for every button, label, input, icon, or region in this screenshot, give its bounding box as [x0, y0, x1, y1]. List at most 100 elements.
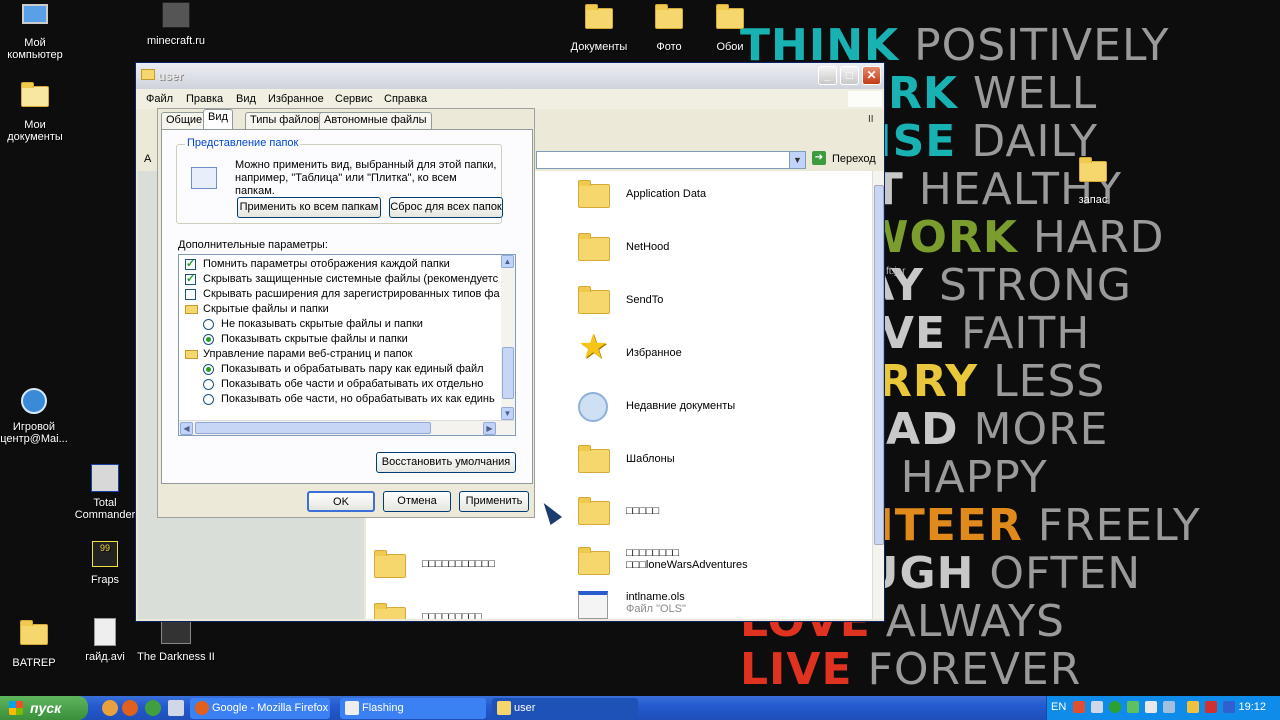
setting-row[interactable]: Скрытые файлы и папки — [179, 302, 501, 317]
taskbar-flashing[interactable]: Flashing — [340, 698, 486, 719]
setting-radio[interactable] — [203, 364, 214, 375]
folder-options-dialog: Общие Вид Типы файлов Автономные файлы П… — [157, 108, 535, 518]
setting-row[interactable]: Не показывать скрытые файлы и папки — [179, 317, 501, 332]
desktop-icon-zapas[interactable]: запас — [1053, 155, 1133, 206]
desktop-icon-fraps[interactable]: 99 Fraps — [65, 541, 145, 586]
tab-general[interactable]: Общие — [161, 112, 208, 129]
setting-row[interactable]: Скрывать защищенные системные файлы (рек… — [179, 272, 501, 287]
list-hscroll[interactable]: ◀ ▶ — [179, 420, 515, 435]
wallpaper-word: POSITIVELY — [899, 20, 1170, 71]
desktop-icon-label: Игровой центр@Mai... — [0, 421, 68, 445]
scroll-down-icon[interactable]: ▼ — [501, 407, 514, 420]
restore-defaults-button[interactable]: Восстановить умолчания — [376, 452, 516, 473]
quicklaunch-icon[interactable] — [168, 700, 184, 716]
apply-all-folders-button[interactable]: Применить ко всем папкам — [237, 197, 381, 218]
tray-icon[interactable] — [1073, 701, 1085, 713]
desktop-icon-documents[interactable]: Документы — [559, 2, 639, 53]
address-input[interactable]: ▼ — [536, 151, 806, 169]
scrollbar-thumb[interactable] — [874, 185, 884, 545]
maximize-button[interactable]: □ — [840, 66, 859, 85]
tab-offline-files[interactable]: Автономные файлы — [319, 112, 432, 129]
setting-row[interactable]: Показывать обе части и обрабатывать их о… — [179, 377, 501, 392]
tray-icon[interactable] — [1163, 701, 1175, 713]
folder-icon — [497, 701, 511, 715]
window-titlebar[interactable]: user _ □ ✕ — [136, 63, 884, 89]
wallpaper-word: FREELY — [1022, 500, 1201, 551]
menu-favorites[interactable]: Избранное — [268, 93, 324, 105]
setting-row[interactable]: Помнить параметры отображения каждой пап… — [179, 257, 501, 272]
desktop-icon-photo[interactable]: Фото — [629, 2, 709, 53]
setting-radio[interactable] — [203, 379, 214, 390]
setting-checkbox[interactable] — [185, 257, 196, 270]
tray-icon[interactable] — [1091, 701, 1103, 713]
scroll-up-icon[interactable]: ▲ — [501, 255, 514, 268]
desktop-icon-guide-video[interactable]: гайд.avi — [65, 618, 145, 663]
quicklaunch-icon[interactable] — [102, 700, 118, 716]
tab-view[interactable]: Вид — [203, 109, 233, 130]
setting-row[interactable]: Показывать обе части, но обрабатывать их… — [179, 392, 501, 407]
menu-file[interactable]: Файл — [146, 93, 173, 105]
setting-checkbox[interactable] — [185, 272, 196, 285]
tab-file-types[interactable]: Типы файлов — [245, 112, 325, 129]
desktop-icon-label: The Darkness II — [137, 651, 215, 663]
start-button[interactable]: пуск — [0, 696, 88, 720]
scroll-left-icon[interactable]: ◀ — [180, 422, 193, 435]
menu-help[interactable]: Справка — [384, 93, 427, 105]
group-title: Представление папок — [185, 137, 301, 149]
taskbar-user-folder[interactable]: user — [492, 698, 638, 719]
scrollbar-thumb[interactable] — [195, 422, 431, 434]
folder-icon — [578, 445, 610, 473]
tray-icon[interactable] — [1223, 701, 1235, 713]
system-tray: EN 19:12 — [1046, 696, 1280, 720]
menu-service[interactable]: Сервис — [335, 93, 373, 105]
reset-all-folders-button[interactable]: Сброс для всех папок — [389, 197, 503, 218]
volume-icon[interactable] — [1187, 701, 1199, 713]
setting-row[interactable]: Показывать и обрабатывать пару как едины… — [179, 362, 501, 377]
setting-radio[interactable] — [203, 334, 214, 345]
tray-icon[interactable] — [1145, 701, 1157, 713]
wallpaper-word: HAPPY — [885, 452, 1048, 503]
total-commander-icon — [89, 464, 121, 494]
setting-radio[interactable] — [203, 319, 214, 330]
file-list-scrollbar[interactable] — [872, 171, 884, 619]
scrollbar-thumb[interactable] — [502, 347, 514, 399]
setting-checkbox[interactable] — [185, 289, 196, 300]
desktop-icon-my-documents[interactable]: Мои документы — [0, 80, 75, 143]
windows-logo-area — [848, 91, 882, 107]
setting-row[interactable]: Скрывать расширения для зарегистрированн… — [179, 287, 501, 302]
minimize-button[interactable]: _ — [818, 66, 837, 85]
setting-row[interactable]: Управление парами веб-страниц и папок — [179, 347, 501, 362]
desktop-icon-game-center[interactable]: Игровой центр@Mai... — [0, 388, 74, 445]
desktop-icon-batrep[interactable]: BATREP — [0, 618, 74, 669]
go-button[interactable]: Переход — [832, 153, 876, 165]
chevron-down-icon[interactable]: ▼ — [789, 152, 805, 168]
fraps-icon: 99 — [89, 541, 121, 571]
menu-edit[interactable]: Правка — [186, 93, 223, 105]
start-label: пуск — [30, 700, 62, 716]
firefox-icon[interactable] — [122, 700, 138, 716]
cancel-button[interactable]: Отмена — [383, 491, 451, 512]
desktop-icon-darkness[interactable]: The Darkness II — [136, 618, 216, 663]
desktop-icon-my-computer[interactable]: Мой компьютер — [0, 2, 75, 61]
apply-button[interactable]: Применить — [459, 491, 529, 512]
quicklaunch-icon[interactable] — [145, 700, 161, 716]
setting-radio[interactable] — [203, 394, 214, 405]
desktop-icon-label: minecraft.ru — [146, 35, 206, 47]
taskbar-firefox[interactable]: Google - Mozilla Firefox — [190, 698, 330, 719]
desktop-icon-total-commander[interactable]: Total Commander — [65, 464, 145, 521]
scroll-right-icon[interactable]: ▶ — [483, 422, 496, 435]
firefox-icon — [195, 701, 209, 715]
tray-icon[interactable] — [1205, 701, 1217, 713]
tray-icon[interactable] — [1127, 701, 1139, 713]
tray-icon[interactable] — [1109, 701, 1121, 713]
ok-button[interactable]: OK — [307, 491, 375, 512]
go-arrow-icon[interactable]: ➔ — [812, 151, 826, 165]
folder-icon — [18, 620, 50, 654]
desktop-icon-wallpapers[interactable]: Обои — [700, 2, 760, 53]
close-button[interactable]: ✕ — [862, 66, 881, 85]
menu-view[interactable]: Вид — [236, 93, 256, 105]
list-vscroll[interactable]: ▲ ▼ — [501, 255, 515, 421]
language-indicator[interactable]: EN — [1051, 701, 1066, 713]
desktop-icon-minecraft[interactable]: minecraft.ru — [136, 2, 216, 47]
setting-row[interactable]: Показывать скрытые файлы и папки — [179, 332, 501, 347]
